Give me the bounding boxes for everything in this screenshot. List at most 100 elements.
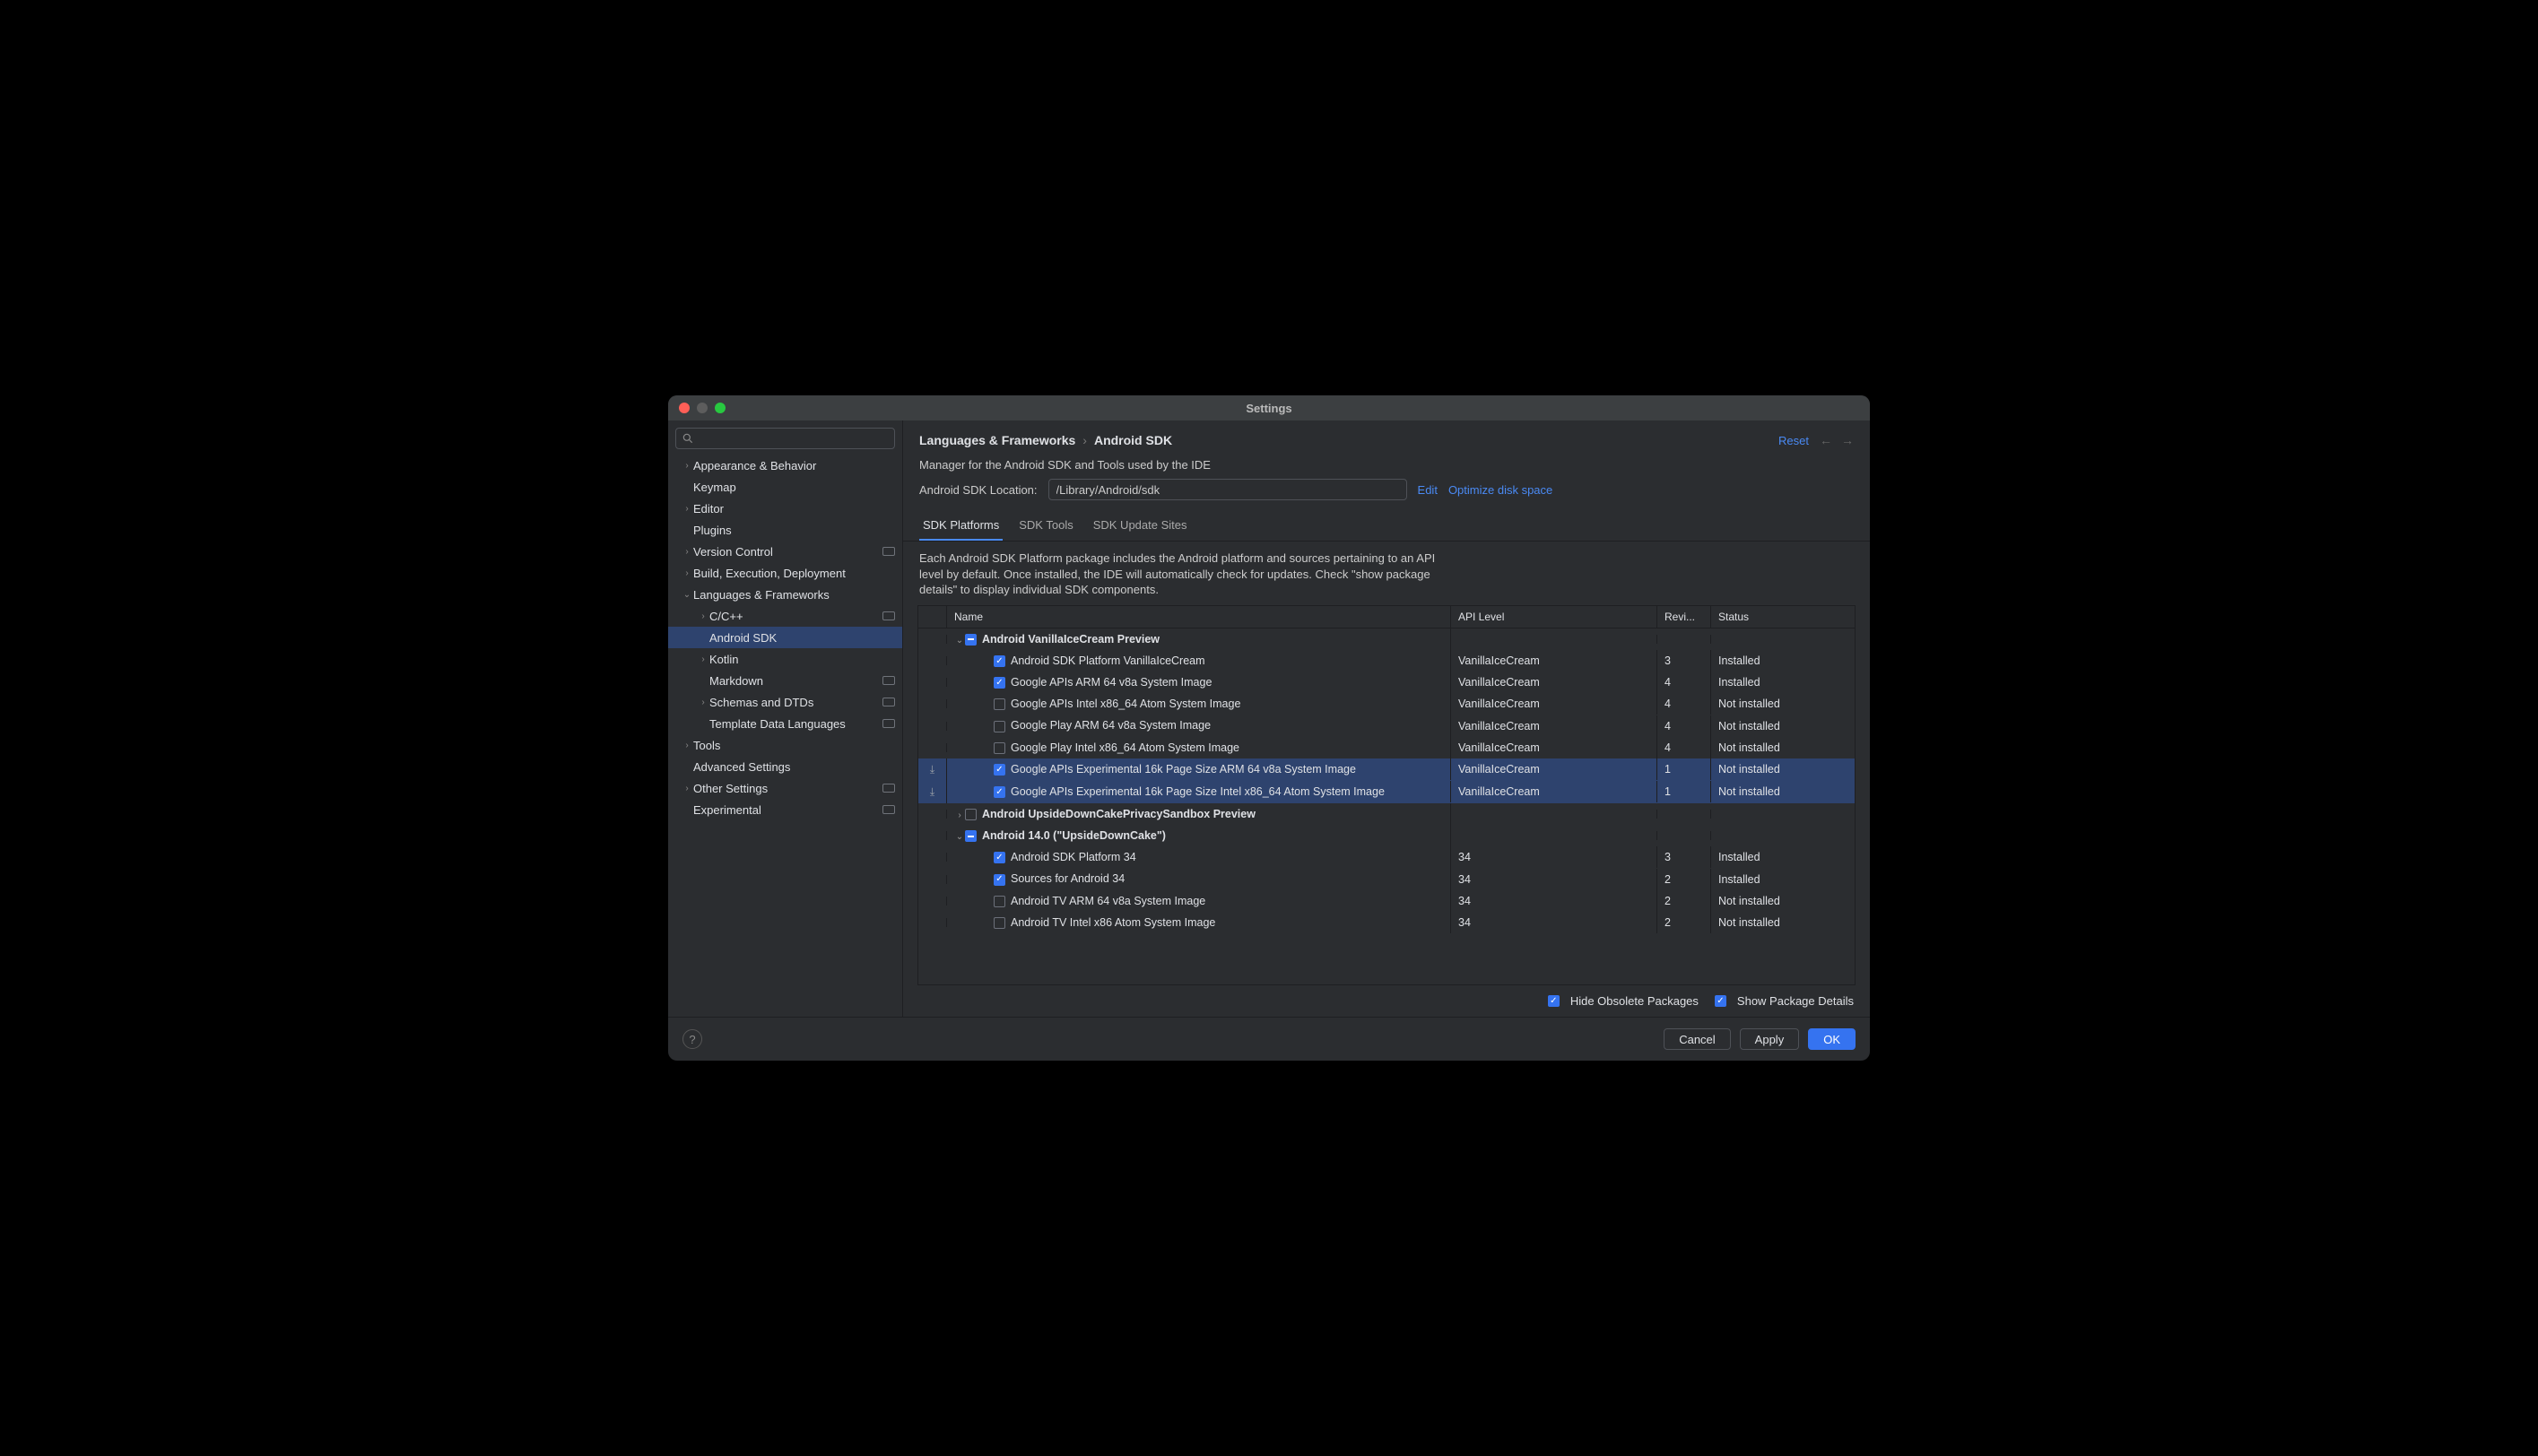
show-details-checkbox[interactable]: Show Package Details <box>1715 994 1854 1008</box>
table-row[interactable]: ⌄Android 14.0 ("UpsideDownCake") <box>918 825 1855 846</box>
tab-sdk-platforms[interactable]: SDK Platforms <box>919 513 1003 541</box>
row-revision: 4 <box>1657 672 1711 693</box>
checkbox-icon[interactable] <box>965 809 977 820</box>
chevron-icon: › <box>681 547 693 557</box>
checkbox-icon[interactable] <box>994 698 1005 710</box>
checkbox-icon[interactable] <box>994 874 1005 886</box>
tab-sdk-tools[interactable]: SDK Tools <box>1015 513 1076 541</box>
help-button[interactable]: ? <box>682 1029 702 1049</box>
checkbox-icon[interactable] <box>994 742 1005 754</box>
sidebar-item[interactable]: Experimental <box>668 799 902 820</box>
table-row[interactable]: Google Play ARM 64 v8a System ImageVanil… <box>918 715 1855 736</box>
table-row[interactable]: Google Play Intel x86_64 Atom System Ima… <box>918 737 1855 758</box>
expand-icon[interactable]: ⌄ <box>954 832 965 842</box>
sidebar-item[interactable]: Markdown <box>668 670 902 691</box>
reset-link[interactable]: Reset <box>1778 434 1809 447</box>
sidebar-item[interactable]: ⌄Languages & Frameworks <box>668 584 902 605</box>
col-name[interactable]: Name <box>947 606 1451 628</box>
sdk-tabs: SDK Platforms SDK Tools SDK Update Sites <box>903 513 1870 542</box>
chevron-icon: › <box>681 741 693 750</box>
sidebar-item-label: Build, Execution, Deployment <box>693 567 846 580</box>
table-row[interactable]: ⤓Google APIs Experimental 16k Page Size … <box>918 781 1855 803</box>
row-name: Android TV ARM 64 v8a System Image <box>1011 895 1205 907</box>
hide-obsolete-checkbox[interactable]: Hide Obsolete Packages <box>1548 994 1699 1008</box>
checkbox-icon[interactable] <box>994 677 1005 689</box>
row-name: Android TV Intel x86 Atom System Image <box>1011 916 1215 929</box>
col-api-level[interactable]: API Level <box>1451 606 1657 628</box>
table-row[interactable]: Google APIs Intel x86_64 Atom System Ima… <box>918 693 1855 715</box>
sidebar-item[interactable]: ›Schemas and DTDs <box>668 691 902 713</box>
cancel-button[interactable]: Cancel <box>1664 1028 1730 1050</box>
table-row[interactable]: Android SDK Platform VanillaIceCreamVani… <box>918 650 1855 672</box>
ok-button[interactable]: OK <box>1808 1028 1856 1050</box>
row-api <box>1451 635 1657 644</box>
checkbox-icon[interactable] <box>965 830 977 842</box>
table-row[interactable]: Google APIs ARM 64 v8a System ImageVanil… <box>918 672 1855 693</box>
row-api: VanillaIceCream <box>1451 758 1657 780</box>
sidebar-item[interactable]: ›Version Control <box>668 541 902 562</box>
back-icon[interactable]: ← <box>1820 433 1832 447</box>
sidebar-item[interactable]: ›Build, Execution, Deployment <box>668 562 902 584</box>
sidebar-item-label: Kotlin <box>709 653 739 666</box>
sidebar-item[interactable]: ›Editor <box>668 498 902 519</box>
checkbox-icon[interactable] <box>994 917 1005 929</box>
row-api: 34 <box>1451 846 1657 868</box>
row-status: Not installed <box>1711 781 1855 802</box>
crumb-current: Android SDK <box>1094 433 1172 447</box>
checkbox-icon[interactable] <box>965 634 977 646</box>
search-input[interactable] <box>675 428 895 449</box>
chevron-icon: › <box>697 654 709 664</box>
table-row[interactable]: Android TV Intel x86 Atom System Image34… <box>918 912 1855 933</box>
expand-icon[interactable]: › <box>954 810 965 820</box>
row-api: VanillaIceCream <box>1451 650 1657 672</box>
table-row[interactable]: ›Android UpsideDownCakePrivacySandbox Pr… <box>918 803 1855 825</box>
col-revision[interactable]: Revi... <box>1657 606 1711 628</box>
checkbox-icon[interactable] <box>994 852 1005 863</box>
project-scope-icon <box>882 698 895 706</box>
row-name: Google APIs ARM 64 v8a System Image <box>1011 676 1212 689</box>
table-body[interactable]: ⌄Android VanillaIceCream PreviewAndroid … <box>918 628 1855 984</box>
sidebar-item[interactable]: ›Appearance & Behavior <box>668 455 902 476</box>
tab-sdk-update-sites[interactable]: SDK Update Sites <box>1090 513 1191 541</box>
row-revision: 2 <box>1657 912 1711 933</box>
sidebar: ›Appearance & BehaviorKeymap›EditorPlugi… <box>668 420 903 1017</box>
table-row[interactable]: Android TV ARM 64 v8a System Image342Not… <box>918 890 1855 912</box>
edit-link[interactable]: Edit <box>1418 483 1438 497</box>
table-row[interactable]: Sources for Android 34342Installed <box>918 868 1855 889</box>
forward-icon[interactable]: → <box>1841 433 1854 447</box>
chevron-icon: › <box>681 461 693 471</box>
sidebar-item[interactable]: Template Data Languages <box>668 713 902 734</box>
row-revision <box>1657 635 1711 644</box>
table-row[interactable]: ⌄Android VanillaIceCream Preview <box>918 628 1855 650</box>
sidebar-item[interactable]: ›C/C++ <box>668 605 902 627</box>
row-revision <box>1657 810 1711 819</box>
optimize-link[interactable]: Optimize disk space <box>1448 483 1552 497</box>
sidebar-item-label: Editor <box>693 502 724 516</box>
row-status: Installed <box>1711 846 1855 868</box>
row-api: VanillaIceCream <box>1451 737 1657 758</box>
row-revision <box>1657 831 1711 840</box>
crumb-parent[interactable]: Languages & Frameworks <box>919 433 1075 447</box>
sidebar-item[interactable]: Advanced Settings <box>668 756 902 777</box>
search-field[interactable] <box>700 432 889 445</box>
sidebar-item[interactable]: Keymap <box>668 476 902 498</box>
sidebar-item[interactable]: ›Tools <box>668 734 902 756</box>
sidebar-item[interactable]: Plugins <box>668 519 902 541</box>
checkbox-icon[interactable] <box>994 721 1005 732</box>
sidebar-item[interactable]: ›Other Settings <box>668 777 902 799</box>
checkbox-icon[interactable] <box>994 764 1005 776</box>
expand-icon[interactable]: ⌄ <box>954 636 965 646</box>
apply-button[interactable]: Apply <box>1740 1028 1800 1050</box>
checkbox-icon[interactable] <box>994 786 1005 798</box>
sidebar-item[interactable]: ›Kotlin <box>668 648 902 670</box>
project-scope-icon <box>882 784 895 793</box>
row-status: Not installed <box>1711 693 1855 715</box>
sidebar-item[interactable]: Android SDK <box>668 627 902 648</box>
sdk-location-input[interactable] <box>1048 479 1407 500</box>
table-row[interactable]: Android SDK Platform 34343Installed <box>918 846 1855 868</box>
table-row[interactable]: ⤓Google APIs Experimental 16k Page Size … <box>918 758 1855 781</box>
settings-window: Settings ›Appearance & BehaviorKeymap›Ed… <box>668 395 1870 1061</box>
col-status[interactable]: Status <box>1711 606 1855 628</box>
checkbox-icon[interactable] <box>994 896 1005 907</box>
checkbox-icon[interactable] <box>994 655 1005 667</box>
